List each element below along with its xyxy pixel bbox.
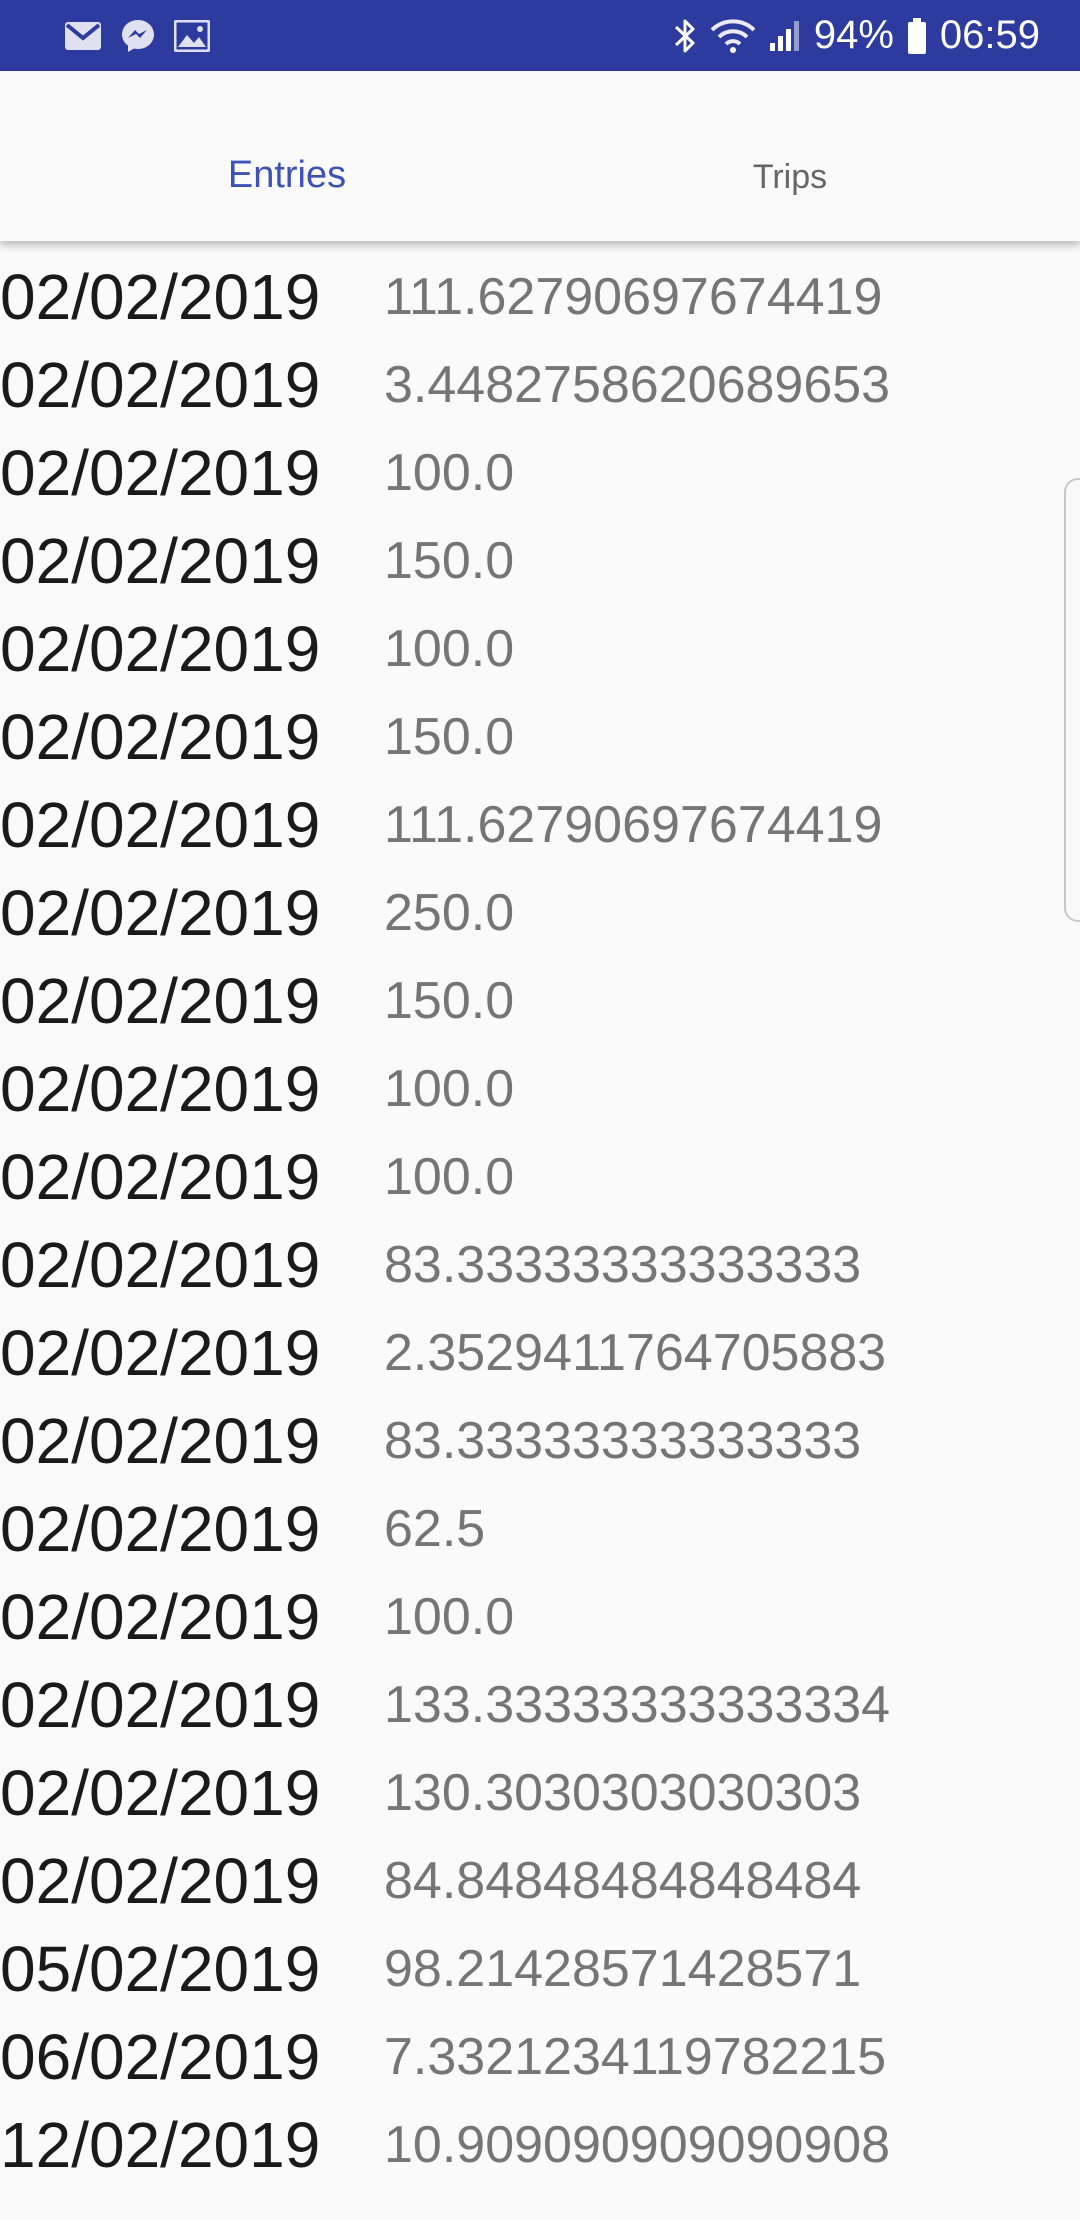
battery-icon [906,17,928,55]
entry-date: 02/02/2019 [0,1581,321,1653]
list-item[interactable]: 02/02/2019 150.0 [0,693,1080,781]
entry-value: 84.84848484848484 [384,1852,862,1910]
wifi-icon [710,18,756,54]
entry-value: 100.0 [384,620,515,678]
tab-trips[interactable]: Trips [540,71,1040,241]
gmail-icon [64,21,102,51]
entry-date: 02/02/2019 [0,1229,321,1301]
messenger-icon [120,18,156,54]
entry-value: 10.909090909090908 [384,2116,891,2174]
entry-value: 100.0 [384,1588,515,1646]
entry-date: 02/02/2019 [0,1317,321,1389]
tab-entries[interactable]: Entries [34,71,540,241]
list-item[interactable]: 02/02/2019 100.0 [0,429,1080,517]
list-item[interactable]: 02/02/2019 250.0 [0,869,1080,957]
entry-value: 100.0 [384,1060,515,1118]
system-status: 94% 06:59 [672,0,1040,71]
entry-date: 05/02/2019 [0,1933,321,2005]
entry-value: 100.0 [384,1148,515,1206]
tab-entries-label: Entries [227,154,347,196]
entry-value: 62.5 [384,1500,486,1558]
list-item[interactable]: 02/02/2019 130.3030303030303 [0,1749,1080,1837]
list-item[interactable]: 12/02/2019 10.909090909090908 [0,2101,1080,2189]
list-item[interactable]: 02/02/2019 83.33333333333333 [0,1221,1080,1309]
entry-value: 7.3321234119782215 [384,2028,887,2086]
entry-date: 02/02/2019 [0,701,321,773]
list-item[interactable]: 02/02/2019 84.84848484848484 [0,1837,1080,1925]
entry-value: 3.4482758620689653 [384,356,891,414]
entry-date: 02/02/2019 [0,789,321,861]
edge-panel-handle[interactable] [1064,478,1080,922]
entry-date: 02/02/2019 [0,349,321,421]
list-item[interactable]: 02/02/2019 133.33333333333334 [0,1661,1080,1749]
list-item[interactable]: 02/02/2019 150.0 [0,517,1080,605]
list-item[interactable]: 02/02/2019 100.0 [0,1133,1080,1221]
entry-value: 83.33333333333333 [384,1412,862,1470]
entry-value: 130.3030303030303 [384,1764,862,1822]
clock: 06:59 [939,13,1040,57]
list-item[interactable]: 02/02/2019 2.3529411764705883 [0,1309,1080,1397]
entry-date: 02/02/2019 [0,1141,321,1213]
entry-value: 111.62790697674419 [384,268,883,326]
list-item[interactable]: 02/02/2019 100.0 [0,1573,1080,1661]
entry-value: 2.3529411764705883 [384,1324,887,1382]
entries-list[interactable]: 02/02/2019 111.62790697674419 02/02/2019 3.… [0,253,1080,2189]
list-item[interactable]: 02/02/2019 100.0 [0,605,1080,693]
entry-date: 02/02/2019 [0,965,321,1037]
entry-date: 02/02/2019 [0,1669,321,1741]
tab-bar: Entries Trips [0,71,1080,241]
bluetooth-icon [672,17,698,55]
entry-date: 02/02/2019 [0,1757,321,1829]
entry-date: 06/02/2019 [0,2021,321,2093]
notification-icons [64,0,210,71]
list-item[interactable]: 05/02/2019 98.21428571428571 [0,1925,1080,2013]
entry-value: 133.33333333333334 [384,1676,891,1734]
list-item[interactable]: 02/02/2019 111.62790697674419 [0,253,1080,341]
entry-date: 02/02/2019 [0,437,321,509]
entry-date: 02/02/2019 [0,1845,321,1917]
entry-date: 02/02/2019 [0,1493,321,1565]
entry-value: 250.0 [384,884,515,942]
entry-date: 02/02/2019 [0,613,321,685]
entry-date: 02/02/2019 [0,525,321,597]
entry-value: 150.0 [384,708,515,766]
list-item[interactable]: 02/02/2019 3.4482758620689653 [0,341,1080,429]
entry-date: 02/02/2019 [0,877,321,949]
entry-value: 150.0 [384,532,515,590]
entry-value: 111.62790697674419 [384,796,883,854]
gallery-icon [174,19,210,52]
list-item[interactable]: 02/02/2019 150.0 [0,957,1080,1045]
list-item[interactable]: 02/02/2019 62.5 [0,1485,1080,1573]
cell-signal-icon [768,19,802,53]
entry-date: 12/02/2019 [0,2109,321,2181]
status-bar: 94% 06:59 [0,0,1080,71]
list-item[interactable]: 02/02/2019 111.62790697674419 [0,781,1080,869]
entry-date: 02/02/2019 [0,1405,321,1477]
list-item[interactable]: 02/02/2019 83.33333333333333 [0,1397,1080,1485]
list-item[interactable]: 06/02/2019 7.3321234119782215 [0,2013,1080,2101]
list-item[interactable]: 02/02/2019 100.0 [0,1045,1080,1133]
tab-trips-label: Trips [752,158,828,196]
entry-value: 83.33333333333333 [384,1236,862,1294]
entry-value: 100.0 [384,444,515,502]
entry-value: 150.0 [384,972,515,1030]
entry-date: 02/02/2019 [0,261,321,333]
entry-date: 02/02/2019 [0,1053,321,1125]
entry-value: 98.21428571428571 [384,1940,862,1998]
battery-percent: 94% [813,13,894,57]
